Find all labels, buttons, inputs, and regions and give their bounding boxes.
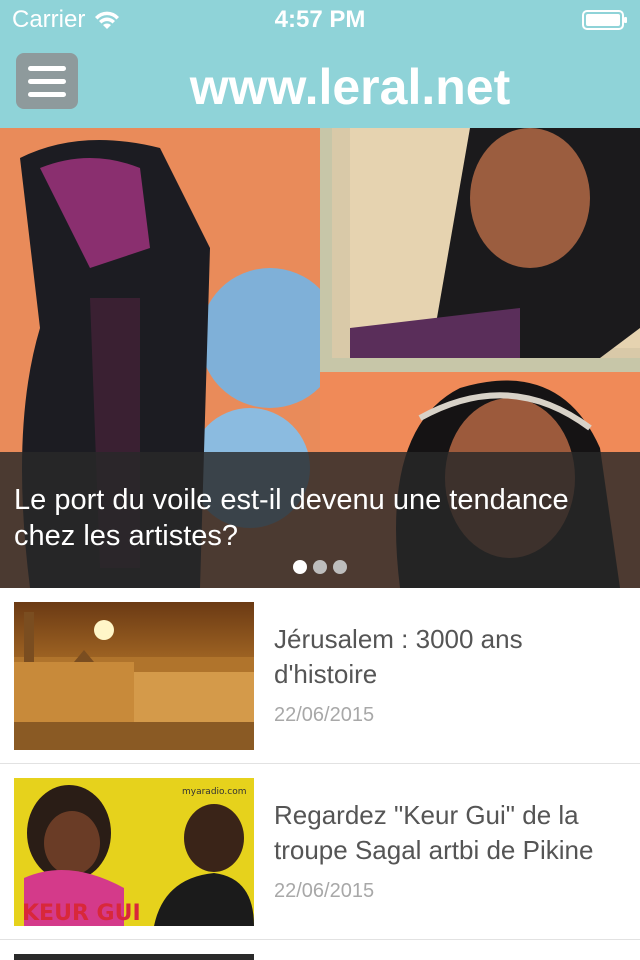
news-title[interactable]: Regardez "Keur Gui" de la troupe Sagal a… — [274, 798, 624, 868]
hamburger-icon-bar — [28, 65, 66, 71]
thumbnail-text: KEUR GUI — [22, 901, 141, 926]
list-item[interactable] — [0, 940, 640, 960]
news-date: 22/06/2015 — [274, 704, 375, 726]
site-title: www.leral.net — [189, 59, 511, 115]
hamburger-icon-bar — [28, 91, 66, 97]
page-dot[interactable] — [333, 560, 347, 574]
news-thumbnail: KEUR GUI myaradio.com — [14, 778, 254, 926]
featured-caption: Le port du voile est-il devenu une tenda… — [0, 452, 640, 588]
status-bar: Carrier 4:57 PM — [0, 0, 640, 40]
news-title[interactable]: Jérusalem : 3000 ans d'histoire — [274, 622, 624, 692]
featured-carousel[interactable]: Le port du voile est-il devenu une tenda… — [0, 128, 640, 588]
page-dot[interactable] — [293, 560, 307, 574]
news-date: 22/06/2015 — [274, 880, 375, 902]
page-indicator[interactable] — [0, 560, 640, 574]
menu-button[interactable] — [16, 53, 78, 109]
page-dot[interactable] — [313, 560, 327, 574]
news-thumbnail — [14, 602, 254, 750]
app-header: Carrier 4:57 PM www.leral.net — [0, 0, 640, 128]
list-item[interactable]: KEUR GUI myaradio.com Regardez "Keur Gui… — [0, 764, 640, 940]
news-thumbnail — [14, 954, 254, 960]
thumbnail-watermark: myaradio.com — [182, 787, 246, 797]
battery-icon — [582, 10, 627, 30]
news-list: Jérusalem : 3000 ans d'histoire 22/06/20… — [0, 588, 640, 940]
hamburger-icon-bar — [28, 78, 66, 84]
featured-title[interactable]: Le port du voile est-il devenu une tenda… — [14, 482, 620, 554]
list-item[interactable]: Jérusalem : 3000 ans d'histoire 22/06/20… — [0, 588, 640, 764]
status-time: 4:57 PM — [274, 6, 366, 33]
